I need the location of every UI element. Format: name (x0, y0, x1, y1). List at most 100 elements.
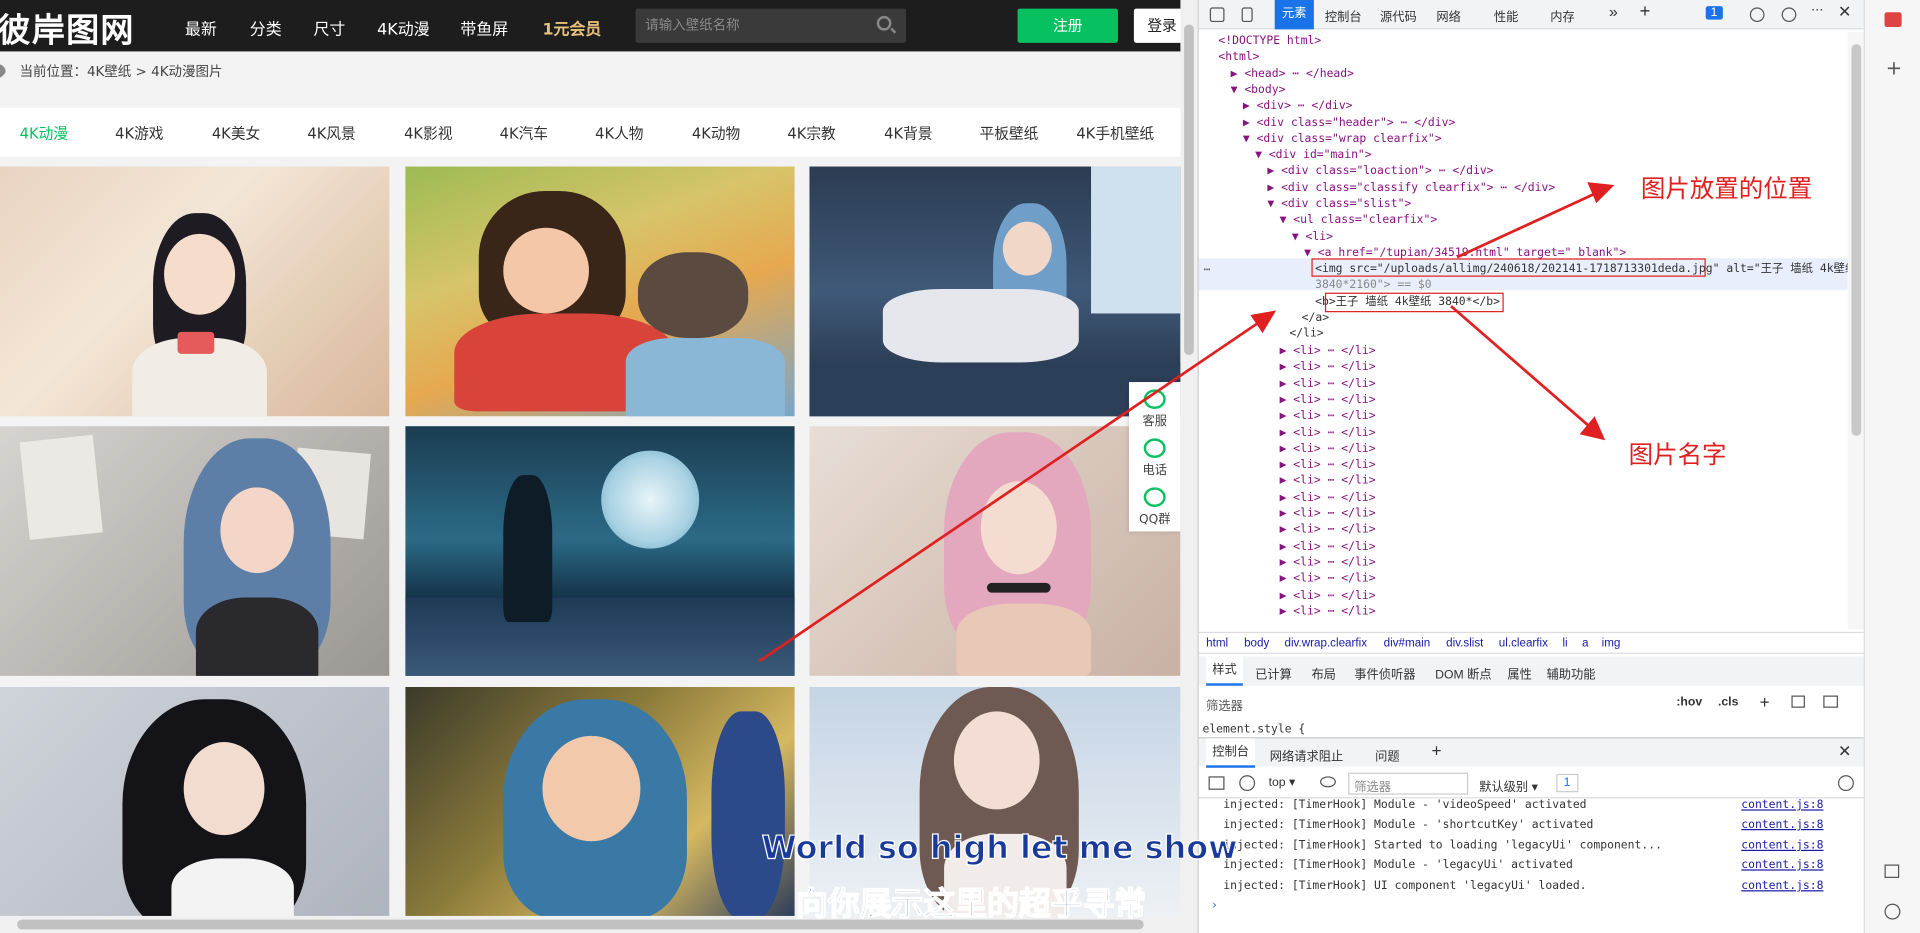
add-tab-icon[interactable]: + (1640, 1, 1651, 22)
customize-icon[interactable] (1749, 7, 1765, 23)
dom-li-collapsed[interactable]: ▶ <li> ⋯ </li> (1280, 603, 1376, 619)
tab-computed[interactable]: 已计算 (1255, 664, 1292, 682)
hov-toggle[interactable]: :hov (1676, 696, 1702, 709)
wallpaper-thumbnail[interactable] (405, 426, 795, 676)
tab-performance[interactable]: 性能 (1494, 6, 1518, 24)
wallpaper-thumbnail[interactable] (405, 686, 795, 920)
dom-li-collapsed[interactable]: ▶ <li> ⋯ </li> (1280, 343, 1376, 359)
nav-ultrawide[interactable]: 带鱼屏 (460, 16, 508, 39)
console-prompt-icon[interactable]: › (1211, 899, 1218, 912)
nav-4k-anime[interactable]: 4K动漫 (377, 16, 429, 39)
wallpaper-thumbnail[interactable] (405, 166, 795, 417)
toolbox-icon[interactable] (1884, 12, 1902, 27)
dom-li-collapsed[interactable]: ▶ <li> ⋯ </li> (1280, 587, 1376, 603)
dom-li-collapsed[interactable]: ▶ <li> ⋯ </li> (1280, 538, 1376, 554)
crumb-div-wrap[interactable]: div.wrap.clearfix (1285, 637, 1368, 650)
dom-li-collapsed[interactable]: ▶ <li> ⋯ </li> (1280, 506, 1376, 522)
wallpaper-thumbnail[interactable] (809, 166, 1181, 417)
drawer-tab-issues[interactable]: 问题 (1375, 746, 1399, 764)
cls-toggle[interactable]: .cls (1718, 696, 1738, 709)
tab-memory[interactable]: 内存 (1550, 6, 1574, 24)
category-4k-film[interactable]: 4K影视 (404, 122, 452, 143)
category-tablet[interactable]: 平板壁纸 (980, 122, 1039, 143)
more-tabs-icon[interactable]: » (1609, 2, 1618, 20)
wallpaper-thumbnail[interactable] (0, 686, 390, 920)
dom-li-collapsed[interactable]: ▶ <li> ⋯ </li> (1280, 555, 1376, 571)
dom-li-collapsed[interactable]: ▶ <li> ⋯ </li> (1280, 408, 1376, 424)
console-source-link[interactable]: content.js:8 (1741, 818, 1823, 831)
dom-li-collapsed[interactable]: ▶ <li> ⋯ </li> (1280, 473, 1376, 489)
new-rule-icon[interactable]: + (1760, 692, 1770, 712)
dom-node-line[interactable]: <html> (1218, 49, 1259, 65)
tab-properties[interactable]: 属性 (1507, 664, 1531, 682)
eye-icon[interactable] (1320, 776, 1336, 788)
side-panel-icon[interactable] (1884, 864, 1900, 878)
clear-console-icon[interactable] (1239, 775, 1256, 792)
device-toggle-icon[interactable] (1241, 7, 1253, 23)
dom-node-line[interactable]: ▼ <body> (1231, 82, 1286, 98)
console-source-link[interactable]: content.js:8 (1741, 879, 1823, 892)
crumb-div-slist[interactable]: div.slist (1446, 637, 1483, 650)
dom-li-collapsed[interactable]: ▶ <li> ⋯ </li> (1280, 441, 1376, 457)
dom-node-line[interactable]: ▶ <head> ⋯ </head> (1231, 66, 1354, 82)
category-4k-religion[interactable]: 4K宗教 (787, 122, 835, 143)
inspect-icon[interactable] (1209, 7, 1225, 23)
dom-node-line[interactable]: ▶ <div class="classify clearfix"> ⋯ </di… (1267, 180, 1555, 196)
settings-icon[interactable] (1781, 7, 1797, 23)
tab-network[interactable]: 网络 (1436, 6, 1460, 24)
dom-node-line[interactable]: ▼ <ul class="clearfix"> (1280, 212, 1438, 228)
crumb-html[interactable]: html (1206, 637, 1228, 650)
tab-elements[interactable]: 元素 (1274, 0, 1314, 30)
tab-event-listeners[interactable]: 事件侦听器 (1354, 664, 1415, 682)
add-drawer-tab-icon[interactable]: + (1431, 741, 1441, 761)
console-source-link[interactable]: content.js:8 (1741, 858, 1823, 871)
add-panel-icon[interactable]: + (1886, 56, 1902, 79)
crumb-div-main[interactable]: div#main (1384, 637, 1431, 650)
dom-scrollbar[interactable] (1847, 31, 1865, 630)
crumb-body[interactable]: body (1244, 637, 1269, 650)
paint-icon[interactable] (1791, 695, 1805, 708)
drawer-tab-network-blocking[interactable]: 网络请求阻止 (1270, 746, 1343, 764)
crumb-ul[interactable]: ul.clearfix (1499, 637, 1548, 650)
element-style-rule[interactable]: element.style { (1202, 722, 1305, 735)
close-devtools-icon[interactable]: ✕ (1838, 2, 1851, 22)
drawer-tab-console[interactable]: 控制台 (1206, 738, 1256, 768)
nav-latest[interactable]: 最新 (185, 16, 217, 39)
dom-node-line[interactable]: ▼ <div id="main"> (1255, 147, 1372, 163)
context-select[interactable]: top ▾ (1269, 776, 1296, 789)
styles-filter-input[interactable]: 筛选器 (1206, 696, 1243, 713)
tab-sources[interactable]: 源代码 (1380, 6, 1417, 24)
console-filter-input[interactable]: 筛选器 (1348, 772, 1469, 795)
wallpaper-thumbnail[interactable] (0, 166, 390, 417)
dom-node-line[interactable]: ▼ <li> (1292, 228, 1333, 244)
tab-console[interactable]: 控制台 (1325, 6, 1362, 24)
tab-dom-breakpoints[interactable]: DOM 断点 (1435, 664, 1491, 682)
crumb-li[interactable]: li (1562, 637, 1567, 650)
more-options-icon[interactable]: ⋯ (1811, 4, 1823, 17)
close-drawer-icon[interactable]: ✕ (1838, 742, 1851, 762)
category-4k-beauty[interactable]: 4K美女 (212, 122, 260, 143)
customer-service-link[interactable]: 客服 (1129, 384, 1180, 433)
tab-layout[interactable]: 布局 (1311, 664, 1335, 682)
dom-node-line[interactable]: <!DOCTYPE html> (1218, 33, 1321, 49)
dom-li-collapsed[interactable]: ▶ <li> ⋯ </li> (1280, 489, 1376, 505)
browser-settings-icon[interactable] (1884, 903, 1901, 920)
search-input[interactable] (635, 8, 869, 43)
crumb-img[interactable]: img (1602, 637, 1621, 650)
nav-category[interactable]: 分类 (250, 16, 282, 39)
dom-node-line[interactable]: ▶ <div class="header"> ⋯ </div> (1243, 114, 1455, 130)
dom-li-collapsed[interactable]: ▶ <li> ⋯ </li> (1280, 375, 1376, 391)
scrollbar-thumb[interactable] (1184, 24, 1194, 356)
console-source-link[interactable]: content.js:8 (1741, 839, 1823, 852)
phone-link[interactable]: 电话 (1129, 433, 1180, 482)
category-4k-mobile[interactable]: 4K手机壁纸 (1076, 122, 1154, 143)
category-4k-car[interactable]: 4K汽车 (500, 122, 548, 143)
register-button[interactable]: 注册 (1017, 8, 1118, 43)
dom-node-line[interactable]: ▼ <div class="slist"> (1267, 196, 1411, 212)
site-logo[interactable]: 彼岸图网 (0, 4, 135, 52)
nav-vip[interactable]: 1元会员 (542, 16, 601, 39)
dom-tree[interactable]: <!DOCTYPE html> <html> ▶ <head> ⋯ </head> ▼… (1198, 32, 1848, 630)
console-source-link[interactable]: content.js:8 (1741, 798, 1823, 811)
console-issues-badge[interactable]: 1 (1556, 773, 1578, 793)
dom-li-collapsed[interactable]: ▶ <li> ⋯ </li> (1280, 392, 1376, 408)
